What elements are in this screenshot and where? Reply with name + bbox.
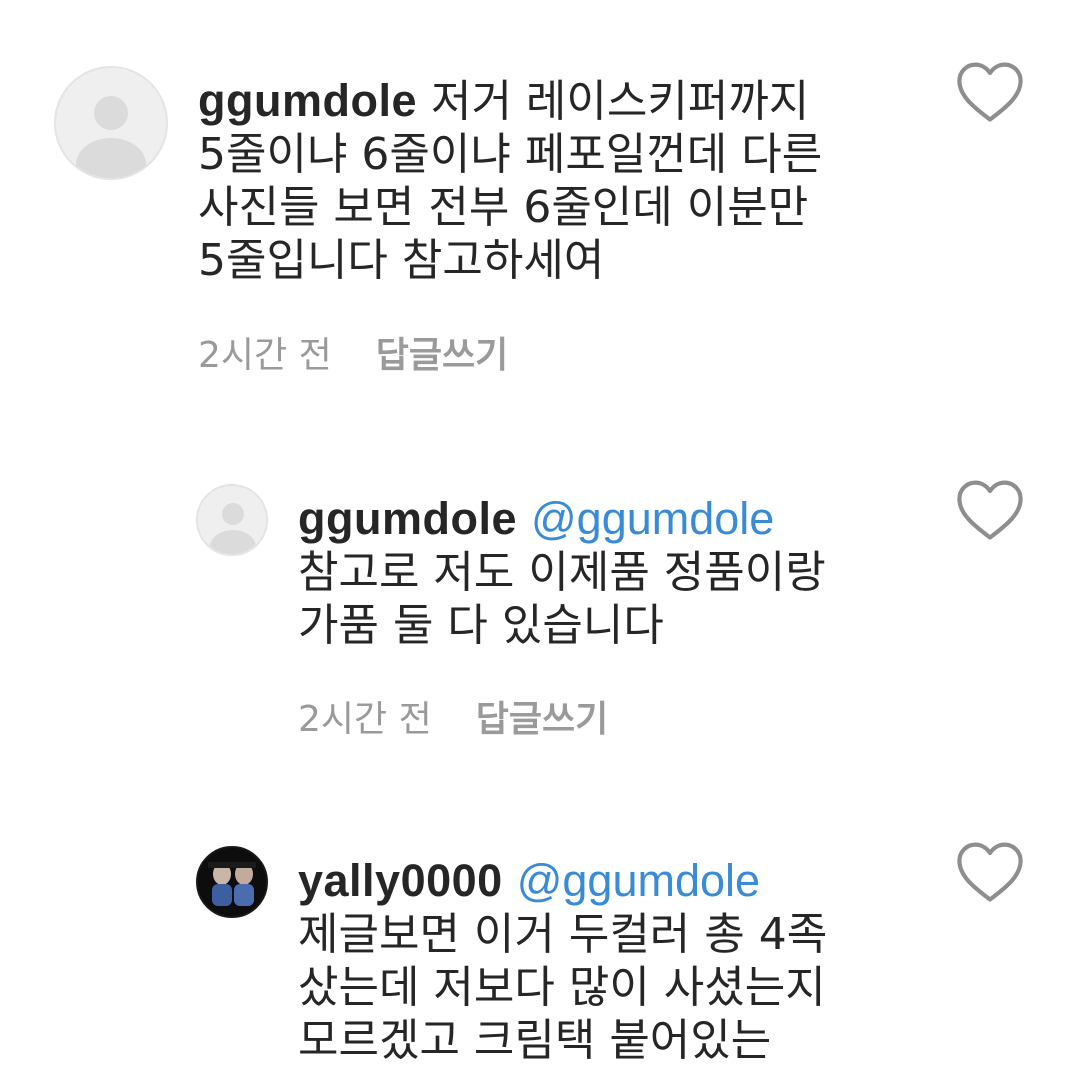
comments-screen: ggumdole 저거 레이스키퍼까지 5줄이냐 6줄이냐 페포일껀데 다른 사… xyxy=(0,0,1080,1080)
comment-body: 제글보면 이거 두컬러 총 4족 샀는데 저보다 많이 사셨는지 모르겠고 크림… xyxy=(298,909,828,1066)
mention-link[interactable]: @ggumdole xyxy=(517,855,760,906)
comment-username[interactable]: yally0000 xyxy=(298,855,503,906)
comment-text: yally0000 @ggumdole 제글보면 이거 두컬러 총 4족 샀는데… xyxy=(298,854,938,1067)
comment-item: yally0000 @ggumdole 제글보면 이거 두컬러 총 4족 샀는데… xyxy=(0,0,1080,1080)
heart-outline-icon[interactable] xyxy=(954,838,1026,904)
avatar-photo xyxy=(198,848,266,916)
avatar[interactable] xyxy=(196,846,268,918)
